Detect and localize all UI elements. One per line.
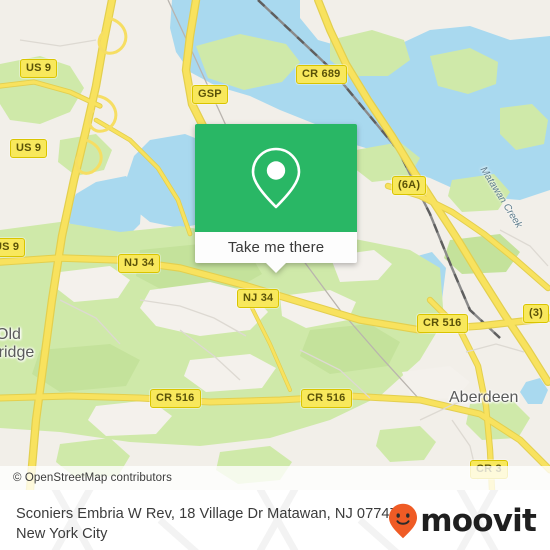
map-pin-icon [251, 147, 301, 209]
take-me-there-label: Take me there [227, 239, 325, 256]
road-shield-us-9-mid: US 9 [10, 139, 48, 158]
place-label-bridge: Bridge [0, 344, 35, 361]
callout-pointer-tail [265, 262, 287, 273]
road-shield-gsp: GSP [192, 85, 228, 104]
address-text: Sconiers Embria W Rev, 18 Village Dr Mat… [16, 506, 402, 542]
map-attribution-bar: © OpenStreetMap contributors [0, 466, 550, 490]
place-label-old: Old [0, 326, 21, 343]
callout-icon-area [195, 124, 357, 232]
road-shield-nj-34-west: NJ 34 [118, 254, 161, 273]
road-shield-cr-516-west: CR 516 [150, 389, 201, 408]
place-label-aberdeen: Aberdeen [449, 389, 519, 406]
moovit-smiley-pin-icon [389, 503, 418, 539]
road-shield-cr-516-mid: CR 516 [301, 389, 352, 408]
callout-action-bar[interactable]: Take me there [195, 232, 357, 273]
road-shield-us-9-south: US 9 [0, 238, 26, 257]
take-me-there-callout[interactable]: Take me there [195, 124, 357, 273]
road-shield-6a: (6A) [392, 176, 427, 195]
road-shield-nj-34-east: NJ 34 [237, 289, 280, 308]
moovit-logo[interactable]: moovit [388, 502, 537, 539]
road-shield-us-9-north: US 9 [20, 59, 58, 78]
road-shield-3: (3) [523, 304, 550, 323]
attribution-text: © OpenStreetMap contributors [13, 472, 172, 484]
moovit-wordmark: moovit [420, 502, 537, 539]
road-shield-cr-689: CR 689 [296, 65, 347, 84]
road-shield-cr-516-east: CR 516 [417, 314, 468, 333]
screenshot-root: US 9 GSP CR 689 US 9 (6A) US 9 NJ 34 NJ … [0, 0, 550, 550]
footer-bar: Sconiers Embria W Rev, 18 Village Dr Mat… [0, 490, 550, 550]
